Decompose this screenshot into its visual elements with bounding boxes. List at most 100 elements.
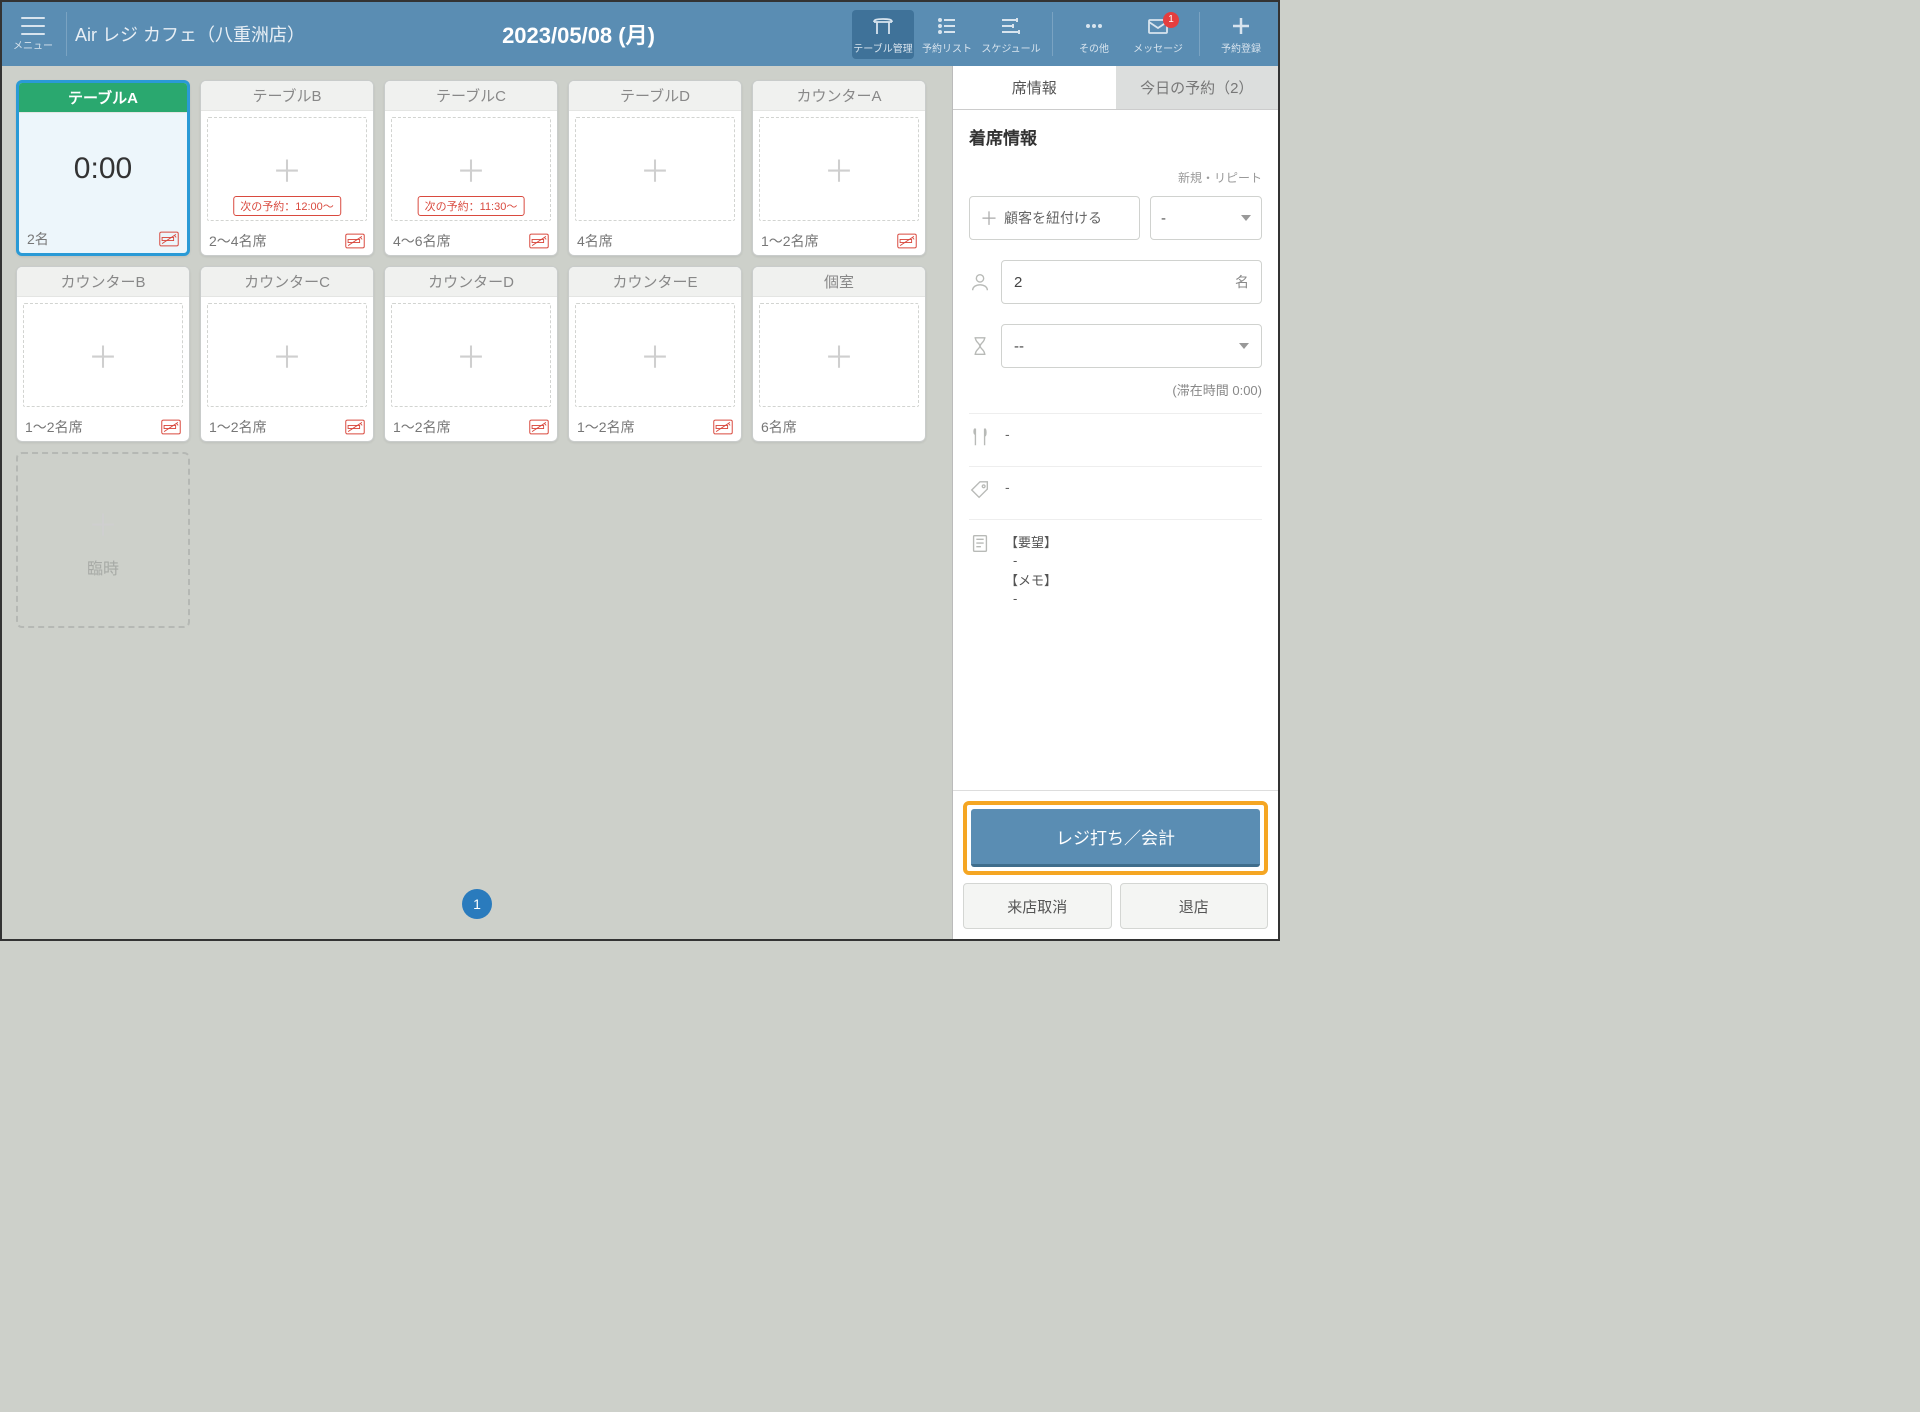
table-body: ＋ [23,303,183,407]
checkout-button[interactable]: レジ打ち／会計 [971,809,1260,867]
header-item-label: スケジュール [981,40,1040,55]
divider [66,12,67,56]
header-item-label: その他 [1079,40,1109,55]
nosmoking-icon [529,419,549,435]
plus-icon: ＋ [456,147,486,191]
table-footer: 1～2名席 [385,413,557,441]
nosmoking-icon [345,419,365,435]
header-item-label: 予約リスト [922,40,972,55]
nosmoking-icon [529,233,549,249]
table-seats: 1～2名席 [577,417,635,437]
table-name: テーブルB [201,81,373,111]
table-body: ＋ [575,303,735,407]
table-footer: 2名 [19,225,187,253]
add-temp-table[interactable]: ＋臨時 [16,452,190,628]
header-message-button[interactable]: メッセージ 1 [1127,10,1189,59]
plus-icon: ＋ [980,205,998,231]
table-footer: 4名席 [569,227,741,255]
table-body: ＋ [575,117,735,221]
plus-icon: ＋ [272,147,302,191]
memo-label: 【メモ】 [1005,570,1262,589]
course-value[interactable]: - [1005,426,1262,442]
memo-block[interactable]: 【要望】 - 【メモ】 - [1005,532,1262,606]
table-card[interactable]: テーブルC ＋ 次の予約：11:30～ 4～6名席 [384,80,558,256]
party-size-value: 2 [1014,274,1022,291]
header-schedule-button[interactable]: スケジュール [980,10,1042,59]
nosmoking-icon [897,233,917,249]
side-panel: 席情報 今日の予約（2） 着席情報 新規・リピート ＋ 顧客を紐付ける - [952,66,1278,939]
table-card[interactable]: テーブルA0:002名 [16,80,190,256]
menu-button[interactable]: メニュー [8,17,58,52]
table-seats: 4～6名席 [393,231,451,251]
tab-today-reservations[interactable]: 今日の予約（2） [1116,66,1279,110]
table-body: ＋ [207,303,367,407]
primary-highlight: レジ打ち／会計 [963,801,1268,875]
plus-icon: ＋ [88,501,118,545]
table-seats: 2名 [27,229,49,249]
table-footer: 1～2名席 [201,413,373,441]
page-indicator[interactable]: 1 [462,889,492,919]
table-body: ＋次の予約：12:00～ [207,117,367,221]
current-date[interactable]: 2023/05/08 (月) [305,18,852,50]
memo-icon [969,532,991,554]
plus-icon: ＋ [824,147,854,191]
chevron-down-icon [1241,215,1251,221]
table-footer: 1～2名席 [569,413,741,441]
table-card[interactable]: カウンターD ＋ 1～2名席 [384,266,558,442]
person-icon [969,271,991,293]
table-name: カウンターA [753,81,925,111]
plus-icon: ＋ [88,333,118,377]
party-suffix: 名 [1235,272,1249,292]
tab-seat-info[interactable]: 席情報 [953,66,1116,110]
table-name: カウンターE [569,267,741,297]
plus-icon: ＋ [640,147,670,191]
table-card[interactable]: カウンターC ＋ 1～2名席 [200,266,374,442]
header-item-label: メッセージ [1133,40,1183,55]
header-table-button[interactable]: テーブル管理 [852,10,914,59]
tag-value[interactable]: - [1005,479,1262,495]
hourglass-icon [969,335,991,357]
table-timer: 0:00 [74,152,132,186]
nosmoking-icon [161,419,181,435]
table-floor: テーブルA0:002名テーブルB＋次の予約：12:00～2～4名席テーブルC＋次… [2,66,952,939]
table-card[interactable]: カウンターB ＋ 1～2名席 [16,266,190,442]
leave-button[interactable]: 退店 [1120,883,1269,929]
table-card[interactable]: 個室＋6名席 [752,266,926,442]
next-reservation: 次の予約：11:30～ [418,196,525,216]
table-card[interactable]: テーブルD＋4名席 [568,80,742,256]
plus-icon: ＋ [272,333,302,377]
cutlery-icon [969,426,991,448]
plus-icon: ＋ [640,333,670,377]
table-footer: 1～2名席 [17,413,189,441]
table-card[interactable]: テーブルB ＋次の予約：12:00～ 2～4名席 [200,80,374,256]
chevron-down-icon [1239,343,1249,349]
table-card[interactable]: カウンターA ＋ 1～2名席 [752,80,926,256]
nosmoking-icon [345,233,365,249]
header-item-label: テーブル管理 [853,40,912,55]
table-body: ＋ [759,303,919,407]
table-name: テーブルC [385,81,557,111]
request-value: - [1005,553,1262,568]
header-newres-button[interactable]: 予約登録 [1210,10,1272,59]
table-body: ＋ [391,303,551,407]
plus-icon: ＋ [824,333,854,377]
duration-select[interactable]: -- [1001,324,1262,368]
repeat-label: 新規・リピート [969,169,1262,186]
table-name: カウンターB [17,267,189,297]
table-footer: 2～4名席 [201,227,373,255]
table-name: カウンターD [385,267,557,297]
table-footer: 1～2名席 [753,227,925,255]
header-reslist-button[interactable]: 予約リスト [916,10,978,59]
nosmoking-icon [713,419,733,435]
table-name: カウンターC [201,267,373,297]
hamburger-icon [21,17,45,35]
header-other-button[interactable]: その他 [1063,10,1125,59]
table-card[interactable]: カウンターE ＋ 1～2名席 [568,266,742,442]
link-customer-button[interactable]: ＋ 顧客を紐付ける [969,196,1140,240]
cancel-visit-button[interactable]: 来店取消 [963,883,1112,929]
repeat-select[interactable]: - [1150,196,1262,240]
notification-badge: 1 [1163,12,1179,28]
table-footer: 6名席 [753,413,925,441]
party-size-input[interactable]: 2 名 [1001,260,1262,304]
table-body: ＋ [759,117,919,221]
